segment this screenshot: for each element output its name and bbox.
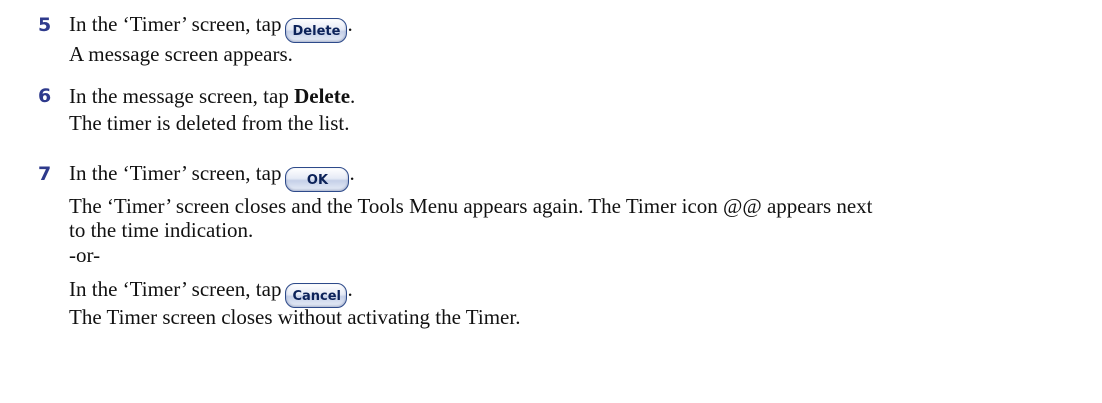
step-7-result-line1: The ‘Timer’ screen closes and the Tools … [69,194,873,218]
step-number-5: 5 [38,14,52,36]
step-7-alt-text: In the ‘Timer’ screen, tap [69,277,282,301]
step-6-bold-delete: Delete [294,84,351,108]
step-5-instruction: In the ‘Timer’ screen, tap Delete. [69,11,353,43]
step-7-alt-result: The Timer screen closes without activati… [69,305,521,329]
step-6-result: The timer is deleted from the list. [69,111,350,135]
period: . [347,277,353,301]
step-5-text: In the ‘Timer’ screen, tap [69,12,282,36]
step-number-7: 7 [38,163,52,185]
period: . [350,84,356,108]
step-number-6: 6 [38,85,52,107]
step-7-instruction: In the ‘Timer’ screen, tap OK. [69,160,355,192]
step-6-instruction: In the message screen, tap Delete. [69,83,355,109]
period: . [347,12,353,36]
ok-button-image: OK [285,167,350,192]
or-separator: -or- [69,243,101,267]
period: . [349,161,355,185]
delete-button-image: Delete [285,18,348,43]
step-5-result: A message screen appears. [69,42,293,66]
step-7-result-line2: to the time indication. [69,218,254,242]
step-6-text: In the message screen, tap [69,84,295,108]
step-7-text: In the ‘Timer’ screen, tap [69,161,282,185]
